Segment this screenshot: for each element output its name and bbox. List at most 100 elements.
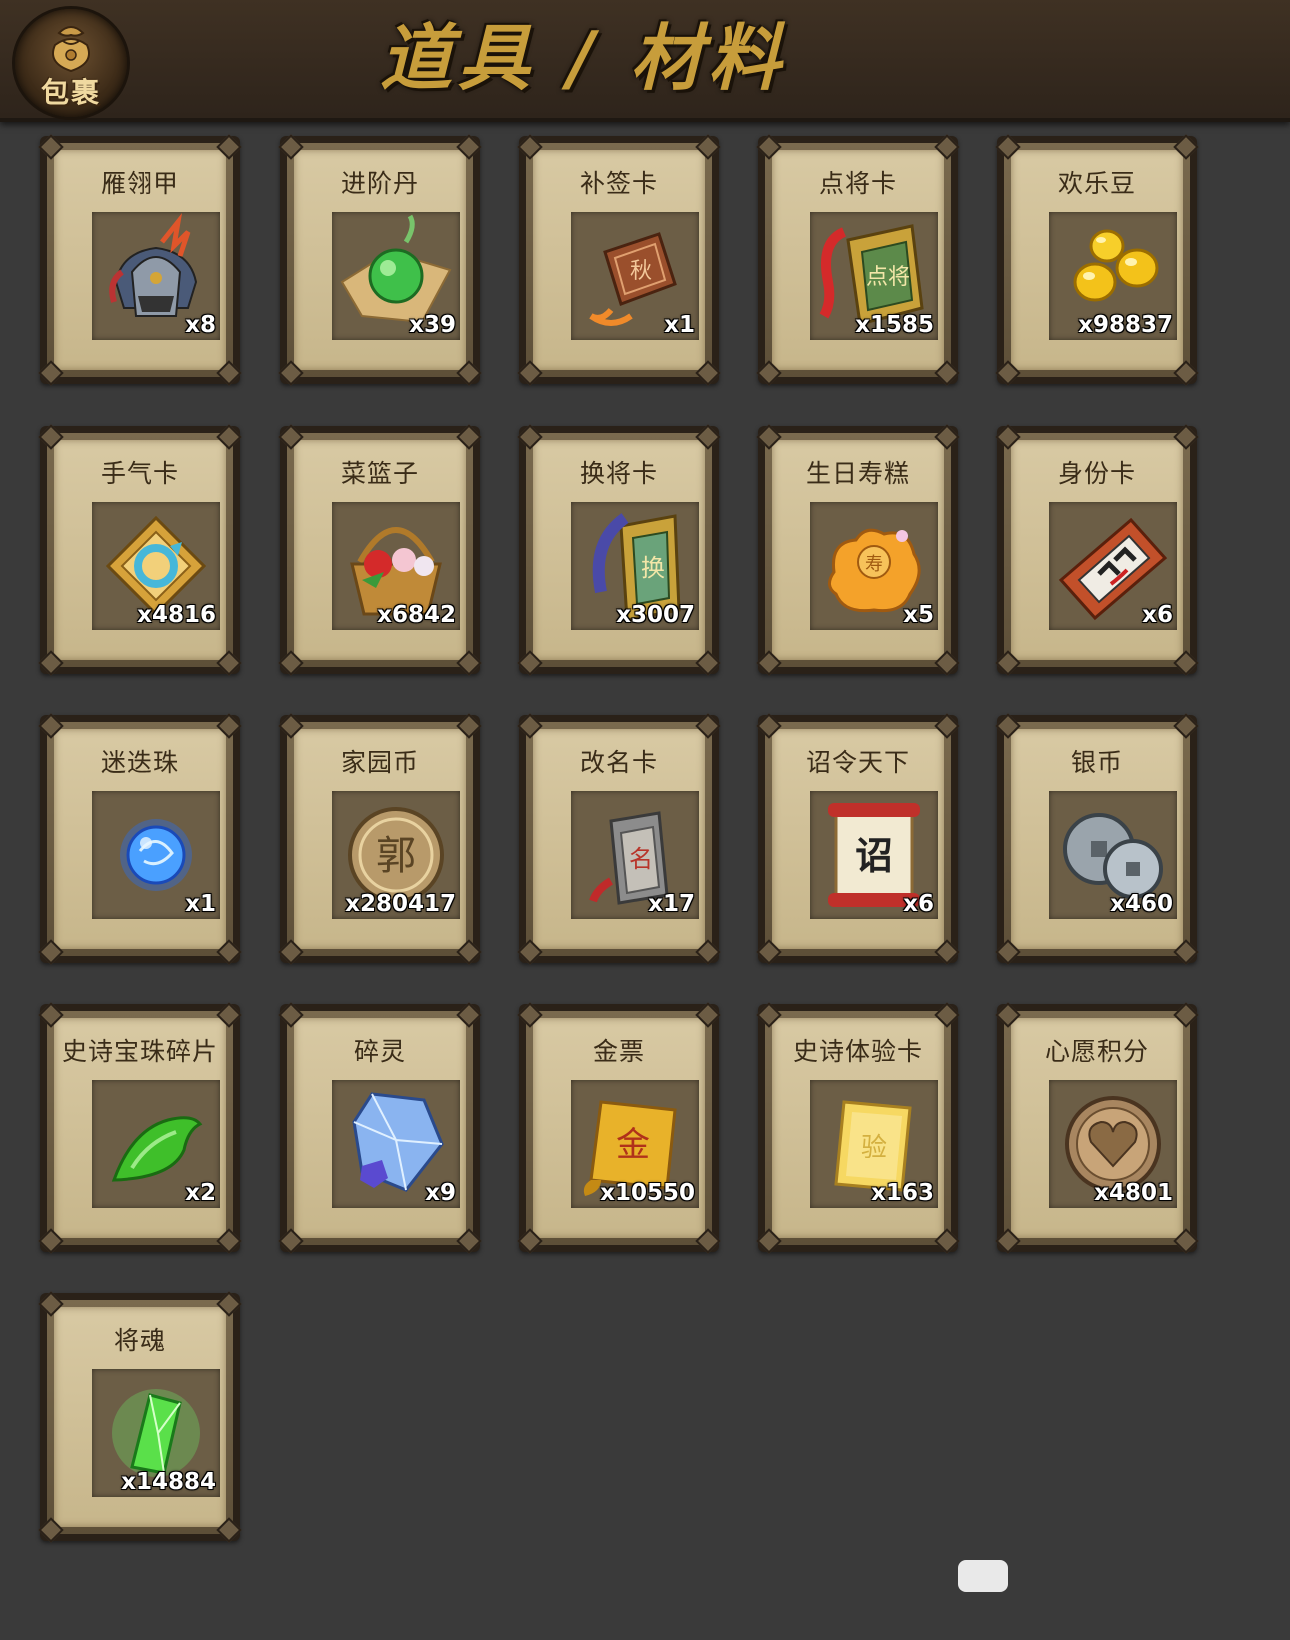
item-card[interactable]: 碎灵 x9 (278, 1002, 482, 1254)
item-icon-slot: x4801 (1049, 1080, 1177, 1208)
item-icon-slot: x14884 (92, 1369, 220, 1497)
item-name: 金票 (592, 1037, 645, 1066)
card-frame: 生日寿糕寿 x5 (765, 433, 951, 667)
card-face: 迷迭珠 x1 (54, 729, 226, 949)
item-card[interactable]: 迷迭珠 x1 (38, 713, 242, 965)
svg-text:秋: 秋 (630, 259, 652, 284)
svg-text:名: 名 (629, 845, 653, 873)
item-card[interactable]: 补签卡秋 x1 (517, 134, 721, 386)
item-card[interactable]: 心愿积分 x4801 (995, 1002, 1199, 1254)
item-name: 诏令天下 (805, 748, 910, 777)
item-icon-slot: 验 x163 (810, 1080, 938, 1208)
card-face: 史诗体验卡验 x163 (772, 1018, 944, 1238)
card-frame: 进阶丹 x39 (287, 143, 473, 377)
card-face: 菜篮子 x6842 (294, 440, 466, 660)
card-frame: 家园币郭 x280417 (287, 722, 473, 956)
item-icon-slot: 金 x10550 (571, 1080, 699, 1208)
bag-label: 包裹 (40, 76, 101, 109)
item-icon-slot: x1 (92, 791, 220, 919)
item-quantity: x39 (409, 312, 456, 338)
card-frame: 菜篮子 x6842 (287, 433, 473, 667)
item-icon-slot: x6 (1049, 502, 1177, 630)
item-card[interactable]: 进阶丹 x39 (278, 134, 482, 386)
card-frame: 史诗体验卡验 x163 (765, 1011, 951, 1245)
item-quantity: x4801 (1094, 1180, 1173, 1206)
item-name: 银币 (1070, 748, 1123, 777)
item-quantity: x2 (185, 1180, 216, 1206)
item-quantity: x17 (648, 891, 695, 917)
card-face: 雁翎甲 x8 (54, 150, 226, 370)
card-frame: 点将卡点将 x1585 (765, 143, 951, 377)
card-face: 银币 x460 (1011, 729, 1183, 949)
card-face: 诏令天下诏 x6 (772, 729, 944, 949)
item-name: 手气卡 (100, 459, 179, 488)
item-card[interactable]: 家园币郭 x280417 (278, 713, 482, 965)
item-card[interactable]: 换将卡换 x3007 (517, 424, 721, 676)
bag-button[interactable]: 包裹 (12, 6, 130, 120)
item-card[interactable]: 手气卡 x4816 (38, 424, 242, 676)
item-card[interactable]: 银币 x460 (995, 713, 1199, 965)
item-name: 进阶丹 (340, 169, 419, 198)
item-card[interactable]: 欢乐豆 x98837 (995, 134, 1199, 386)
item-card[interactable]: 点将卡点将 x1585 (756, 134, 960, 386)
item-card[interactable]: 生日寿糕寿 x5 (756, 424, 960, 676)
item-card[interactable]: 改名卡名 x17 (517, 713, 721, 965)
item-card[interactable]: 史诗体验卡验 x163 (756, 1002, 960, 1254)
card-frame: 雁翎甲 x8 (47, 143, 233, 377)
card-frame: 身份卡 x6 (1004, 433, 1190, 667)
svg-text:金: 金 (616, 1125, 650, 1165)
item-card[interactable]: 雁翎甲 x8 (38, 134, 242, 386)
watermark-icon (958, 1560, 1008, 1592)
item-name: 菜篮子 (340, 459, 419, 488)
svg-text:寿: 寿 (865, 554, 883, 575)
card-face: 补签卡秋 x1 (533, 150, 705, 370)
item-icon-slot: x8 (92, 212, 220, 340)
item-icon-slot: x2 (92, 1080, 220, 1208)
card-frame: 史诗宝珠碎片 x2 (47, 1011, 233, 1245)
item-quantity: x1 (664, 312, 695, 338)
card-face: 心愿积分 x4801 (1011, 1018, 1183, 1238)
item-card[interactable]: 身份卡 x6 (995, 424, 1199, 676)
card-face: 生日寿糕寿 x5 (772, 440, 944, 660)
item-name: 家园币 (340, 748, 419, 777)
card-frame: 碎灵 x9 (287, 1011, 473, 1245)
item-card[interactable]: 菜篮子 x6842 (278, 424, 482, 676)
item-quantity: x14884 (121, 1469, 216, 1495)
card-frame: 将魂 x14884 (47, 1300, 233, 1534)
item-name: 将魂 (113, 1326, 166, 1355)
card-frame: 欢乐豆 x98837 (1004, 143, 1190, 377)
item-icon-slot: 郭 x280417 (332, 791, 460, 919)
card-face: 将魂 x14884 (54, 1307, 226, 1527)
item-name: 生日寿糕 (805, 459, 910, 488)
item-name: 心愿积分 (1044, 1037, 1149, 1066)
item-quantity: x10550 (600, 1180, 695, 1206)
item-name: 点将卡 (818, 169, 897, 198)
page-title: 道具 / 材料 (380, 15, 787, 100)
item-quantity: x1 (185, 891, 216, 917)
card-frame: 心愿积分 x4801 (1004, 1011, 1190, 1245)
item-quantity: x1585 (855, 312, 934, 338)
card-frame: 手气卡 x4816 (47, 433, 233, 667)
svg-text:点将: 点将 (866, 265, 910, 290)
item-card[interactable]: 将魂 x14884 (38, 1291, 242, 1543)
top-bar: 包裹 道具 / 材料 (0, 0, 1290, 122)
item-quantity: x6 (1142, 602, 1173, 628)
item-quantity: x5 (903, 602, 934, 628)
card-face: 欢乐豆 x98837 (1011, 150, 1183, 370)
item-card[interactable]: 诏令天下诏 x6 (756, 713, 960, 965)
card-frame: 迷迭珠 x1 (47, 722, 233, 956)
card-face: 改名卡名 x17 (533, 729, 705, 949)
item-icon-slot: 名 x17 (571, 791, 699, 919)
item-card[interactable]: 金票金 x10550 (517, 1002, 721, 1254)
item-name: 欢乐豆 (1057, 169, 1136, 198)
item-icon-slot: 换 x3007 (571, 502, 699, 630)
card-frame: 银币 x460 (1004, 722, 1190, 956)
bag-icon (52, 26, 90, 73)
item-icon-slot: x460 (1049, 791, 1177, 919)
item-name: 补签卡 (579, 169, 658, 198)
item-icon-slot: x6842 (332, 502, 460, 630)
item-card[interactable]: 史诗宝珠碎片 x2 (38, 1002, 242, 1254)
item-name: 改名卡 (579, 748, 658, 777)
item-icon-slot: 秋 x1 (571, 212, 699, 340)
item-quantity: x280417 (345, 891, 456, 917)
